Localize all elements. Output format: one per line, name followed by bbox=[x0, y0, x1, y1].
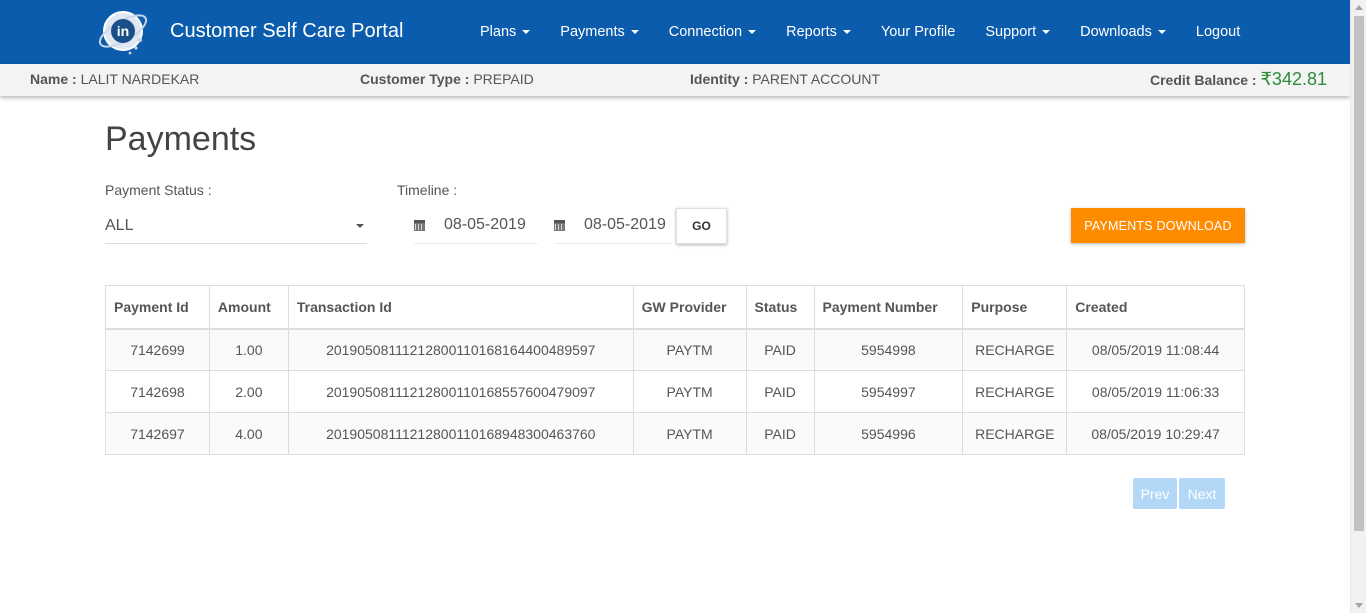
nav-connection[interactable]: Connection bbox=[654, 0, 771, 64]
header-created[interactable]: Created bbox=[1066, 285, 1245, 330]
top-navbar: in Customer Self Care Portal Plans Payme… bbox=[0, 0, 1350, 64]
customer-identity-label: Identity : bbox=[690, 71, 749, 87]
calendar-icon bbox=[554, 220, 565, 231]
cell-payment-number: 5954997 bbox=[813, 370, 964, 413]
cell-payment-id: 7142698 bbox=[105, 370, 210, 413]
header-purpose[interactable]: Purpose bbox=[962, 285, 1068, 330]
customer-type-value: PREPAID bbox=[473, 71, 534, 87]
caret-down-icon bbox=[748, 30, 757, 34]
cell-amount: 4.00 bbox=[208, 412, 289, 455]
nav-connection-label: Connection bbox=[668, 24, 743, 40]
page-title: Payments bbox=[105, 120, 257, 158]
from-date-field[interactable] bbox=[414, 208, 554, 244]
cell-status: PAID bbox=[745, 328, 815, 371]
credit-balance-label: Credit Balance : bbox=[1150, 72, 1257, 88]
scroll-thumb[interactable] bbox=[1354, 16, 1364, 531]
customer-identity: Identity : PARENT ACCOUNT bbox=[690, 71, 880, 87]
nav-support[interactable]: Support bbox=[970, 0, 1065, 64]
customer-name-label: Name : bbox=[30, 71, 77, 87]
to-date-field[interactable] bbox=[554, 208, 694, 244]
table-row: 7142699 1.00 201905081112128001101681644… bbox=[105, 328, 1245, 371]
nav-logout-label: Logout bbox=[1195, 24, 1241, 40]
nav-plans[interactable]: Plans bbox=[465, 0, 545, 64]
go-button[interactable]: GO bbox=[676, 208, 727, 244]
nav-payments[interactable]: Payments bbox=[545, 0, 653, 64]
cell-purpose: RECHARGE bbox=[962, 370, 1068, 413]
cell-gw-provider: PAYTM bbox=[632, 370, 747, 413]
nav-reports-label: Reports bbox=[786, 24, 837, 40]
customer-identity-value: PARENT ACCOUNT bbox=[752, 71, 881, 87]
caret-down-icon bbox=[1157, 30, 1166, 34]
caret-down-icon bbox=[522, 30, 531, 34]
calendar-icon bbox=[414, 220, 425, 231]
cell-created: 08/05/2019 11:06:33 bbox=[1066, 370, 1245, 413]
cell-purpose: RECHARGE bbox=[962, 412, 1068, 455]
credit-balance-value: ₹342.81 bbox=[1260, 69, 1327, 89]
cell-transaction-id: 20190508111212800110168164400489597 bbox=[287, 328, 634, 371]
customer-type-label: Customer Type : bbox=[360, 71, 470, 87]
header-payment-id[interactable]: Payment Id bbox=[105, 285, 210, 330]
cell-payment-id: 7142699 bbox=[105, 328, 210, 371]
nav-your-profile[interactable]: Your Profile bbox=[866, 0, 970, 64]
cell-status: PAID bbox=[745, 412, 815, 455]
nav-support-label: Support bbox=[985, 24, 1037, 40]
payment-status-value: ALL bbox=[105, 217, 134, 234]
header-gw-provider[interactable]: GW Provider bbox=[632, 285, 747, 330]
cell-transaction-id: 20190508111212800110168557600479097 bbox=[287, 370, 634, 413]
customer-name-value: LALIT NARDEKAR bbox=[80, 71, 200, 87]
timeline-label: Timeline : bbox=[397, 182, 458, 198]
scroll-up-arrow-icon[interactable] bbox=[1355, 5, 1363, 10]
page-scrollbar[interactable] bbox=[1350, 0, 1366, 613]
cell-status: PAID bbox=[745, 370, 815, 413]
svg-text:in: in bbox=[117, 23, 129, 39]
table-header-row: Payment Id Amount Transaction Id GW Prov… bbox=[105, 285, 1245, 330]
cell-created: 08/05/2019 11:08:44 bbox=[1066, 328, 1245, 371]
header-payment-number[interactable]: Payment Number bbox=[813, 285, 964, 330]
payments-download-button[interactable]: PAYMENTS DOWNLOAD bbox=[1071, 208, 1245, 243]
cell-payment-number: 5954998 bbox=[813, 328, 964, 371]
cell-created: 08/05/2019 10:29:47 bbox=[1066, 412, 1245, 455]
caret-down-icon bbox=[356, 224, 364, 228]
header-amount[interactable]: Amount bbox=[208, 285, 289, 330]
table-row: 7142697 4.00 201905081112128001101689483… bbox=[105, 412, 1245, 455]
cell-payment-number: 5954996 bbox=[813, 412, 964, 455]
cell-gw-provider: PAYTM bbox=[632, 412, 747, 455]
header-transaction-id[interactable]: Transaction Id bbox=[287, 285, 634, 330]
caret-down-icon bbox=[630, 30, 639, 34]
customer-type: Customer Type : PREPAID bbox=[360, 71, 534, 87]
cell-transaction-id: 20190508111212800110168948300463760 bbox=[287, 412, 634, 455]
cell-gw-provider: PAYTM bbox=[632, 328, 747, 371]
cell-purpose: RECHARGE bbox=[962, 328, 1068, 371]
nav-your-profile-label: Your Profile bbox=[880, 24, 956, 40]
cell-amount: 2.00 bbox=[208, 370, 289, 413]
cell-amount: 1.00 bbox=[208, 328, 289, 371]
customer-name: Name : LALIT NARDEKAR bbox=[30, 71, 199, 87]
nav-payments-label: Payments bbox=[560, 24, 625, 40]
nav-downloads[interactable]: Downloads bbox=[1065, 0, 1181, 64]
header-status[interactable]: Status bbox=[745, 285, 815, 330]
scroll-down-arrow-icon[interactable] bbox=[1355, 603, 1363, 608]
prev-page-button[interactable]: Prev bbox=[1133, 478, 1177, 509]
cell-payment-id: 7142697 bbox=[105, 412, 210, 455]
payment-status-select[interactable]: ALL bbox=[105, 208, 367, 244]
brand-title[interactable]: Customer Self Care Portal bbox=[170, 20, 403, 43]
table-row: 7142698 2.00 201905081112128001101685576… bbox=[105, 370, 1245, 413]
payment-status-label: Payment Status : bbox=[105, 182, 212, 198]
nav-reports[interactable]: Reports bbox=[771, 0, 866, 64]
customer-info-bar: Name : LALIT NARDEKAR Customer Type : PR… bbox=[0, 64, 1350, 96]
nav-logout[interactable]: Logout bbox=[1181, 0, 1255, 64]
payments-table: Payment Id Amount Transaction Id GW Prov… bbox=[105, 285, 1245, 455]
nav-downloads-label: Downloads bbox=[1080, 24, 1152, 40]
globe-logo-icon[interactable]: in bbox=[96, 4, 150, 58]
from-date-input[interactable] bbox=[444, 216, 554, 234]
caret-down-icon bbox=[1042, 30, 1051, 34]
credit-balance: Credit Balance : ₹342.81 bbox=[1150, 69, 1327, 90]
main-nav: Plans Payments Connection Reports Your P… bbox=[465, 0, 1255, 64]
next-page-button[interactable]: Next bbox=[1179, 478, 1225, 509]
caret-down-icon bbox=[842, 30, 851, 34]
nav-plans-label: Plans bbox=[480, 24, 517, 40]
